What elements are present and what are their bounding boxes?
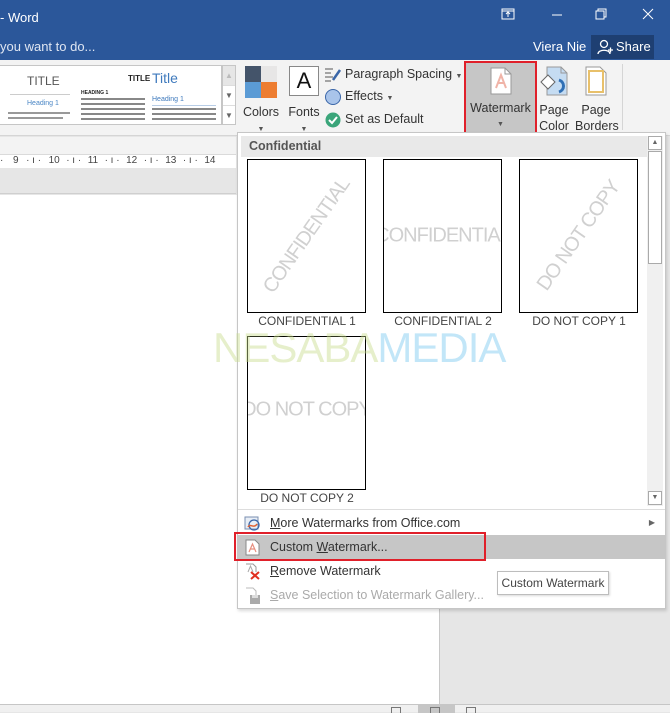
web-layout-view-icon[interactable] — [466, 707, 476, 713]
tell-me-search[interactable]: you want to do... — [0, 39, 95, 54]
scrollbar-thumb[interactable] — [648, 151, 662, 264]
ruler-tick: 11 — [87, 155, 99, 166]
close-button[interactable] — [637, 6, 659, 24]
minimize-icon — [552, 14, 562, 16]
style-set-thumb[interactable]: TITLE HEADING 1 — [78, 66, 151, 124]
office-online-icon — [244, 516, 260, 531]
menu-separator — [238, 509, 665, 510]
highlight-annotation-box — [234, 532, 486, 561]
ribbon-design-tab: TITLE Heading 1 TITLE HEADING 1 Title He… — [0, 60, 670, 148]
watermark-button[interactable]: Watermark ▼ — [464, 61, 537, 134]
watermark-option-confidential-1[interactable]: CONFIDENTIAL — [247, 159, 366, 313]
fonts-label: Fonts — [288, 105, 320, 119]
watermark-option-do-not-copy-2[interactable]: DO NOT COPY — [247, 336, 366, 490]
watermark-caption: DO NOT COPY 1 — [532, 314, 626, 328]
style-thumb-title: Title — [152, 70, 178, 86]
share-label: Share — [616, 39, 651, 54]
share-person-icon — [597, 39, 613, 55]
save-selection-icon — [246, 587, 260, 604]
set-as-default-button[interactable]: Set as Default — [324, 109, 424, 129]
paragraph-spacing-button[interactable]: Paragraph Spacing ▼ — [324, 64, 462, 84]
document-gap — [0, 168, 236, 194]
gallery-scroll-down-button[interactable]: ▼ — [223, 86, 235, 106]
style-set-thumb[interactable]: TITLE Heading 1 — [0, 66, 78, 124]
style-thumb-heading: HEADING 1 — [81, 90, 109, 96]
theme-colors-icon — [245, 66, 277, 98]
ruler-tick: 12 — [126, 155, 138, 166]
watermark-preview-text: CONFIDENTIAL — [258, 174, 354, 298]
scroll-down-button[interactable]: ▼ — [648, 491, 662, 505]
ruler-tick: 13 — [165, 155, 177, 166]
paragraph-spacing-icon — [325, 68, 342, 82]
close-icon — [642, 8, 654, 20]
read-mode-view-icon[interactable] — [391, 707, 401, 713]
dropdown-caret-icon: ▼ — [386, 95, 394, 102]
style-set-thumb[interactable]: Title Heading 1 — [148, 66, 221, 124]
status-bar — [0, 704, 670, 713]
watermark-label: Watermark — [470, 101, 531, 115]
style-thumb-title: TITLE — [27, 74, 60, 88]
watermark-option-confidential-2[interactable]: CONFIDENTIAL — [383, 159, 502, 313]
window-title: - Word — [0, 10, 39, 25]
watermark-preview-text: DO NOT COPY — [532, 176, 624, 295]
tooltip: Custom Watermark — [497, 571, 609, 595]
ruler-tick: 10 — [48, 155, 60, 166]
page-borders-icon — [585, 66, 607, 96]
watermark-caption: DO NOT COPY 2 — [260, 491, 354, 505]
style-thumb-heading: Heading 1 — [152, 96, 184, 103]
horizontal-ruler[interactable]: · 9 · ı · 10 · ı · 11 · ı · 12 · ı · 13 · ı · 14 — [0, 155, 236, 168]
page-color-icon — [540, 66, 568, 96]
remove-watermark-icon — [246, 563, 260, 580]
dropdown-caret-icon: ▼ — [497, 121, 504, 128]
print-layout-icon — [430, 707, 440, 713]
restore-icon — [595, 8, 607, 20]
watermark-preview-text: CONFIDENTIAL — [384, 224, 501, 247]
paragraph-spacing-label: Paragraph Spacing — [345, 67, 453, 81]
share-button[interactable]: Share — [591, 35, 654, 59]
submenu-arrow-icon: ▶ — [648, 518, 655, 527]
ruler-tick: 14 — [204, 155, 216, 166]
page-borders-label: Page — [581, 103, 611, 117]
colors-button[interactable]: Colors ▼ — [240, 64, 282, 134]
style-thumb-title: TITLE — [128, 74, 151, 83]
gallery-more-button[interactable]: ▼ — [223, 106, 235, 126]
theme-fonts-icon: A — [289, 66, 319, 96]
effects-label: Effects — [345, 89, 383, 103]
effects-icon — [325, 88, 341, 105]
style-set-gallery[interactable]: TITLE Heading 1 TITLE HEADING 1 Title He… — [0, 65, 222, 125]
gallery-scrollbar[interactable]: ▲ ▼ — [647, 136, 663, 506]
minimize-button[interactable] — [546, 6, 568, 24]
user-name[interactable]: Viera Nie — [533, 39, 586, 54]
dropdown-caret-icon: ▼ — [455, 73, 463, 80]
gallery-scrollbar[interactable]: ▲ ▼ ▼ — [222, 65, 236, 125]
checkmark-icon — [325, 112, 341, 128]
effects-button[interactable]: Effects ▼ — [324, 86, 393, 106]
gallery-section-header: Confidential — [241, 136, 648, 157]
fonts-button[interactable]: A Fonts ▼ — [284, 64, 324, 134]
ribbon-display-icon — [501, 8, 515, 20]
group-divider — [622, 64, 623, 130]
watermark-icon — [490, 67, 511, 95]
scroll-up-button[interactable]: ▲ — [648, 136, 662, 150]
title-bar: - Word you want to do... Viera Nie Share — [0, 0, 670, 60]
watermark-option-do-not-copy-1[interactable]: DO NOT COPY — [519, 159, 638, 313]
style-thumb-heading: Heading 1 — [27, 100, 59, 107]
watermark-caption: CONFIDENTIAL 2 — [394, 314, 492, 328]
gallery-scroll-up-button[interactable]: ▲ — [223, 66, 235, 86]
watermark-preview-text: DO NOT COPY — [247, 398, 366, 421]
set-as-default-label: Set as Default — [345, 112, 424, 126]
ribbon-bottom-band — [0, 137, 236, 155]
watermark-caption: CONFIDENTIAL 1 — [258, 314, 356, 328]
ribbon-display-options-button[interactable] — [497, 6, 519, 24]
page-color-label: Page — [539, 103, 569, 117]
page-borders-button[interactable]: Page Borders — [575, 64, 619, 134]
colors-label: Colors — [242, 105, 280, 119]
restore-button[interactable] — [590, 6, 612, 24]
